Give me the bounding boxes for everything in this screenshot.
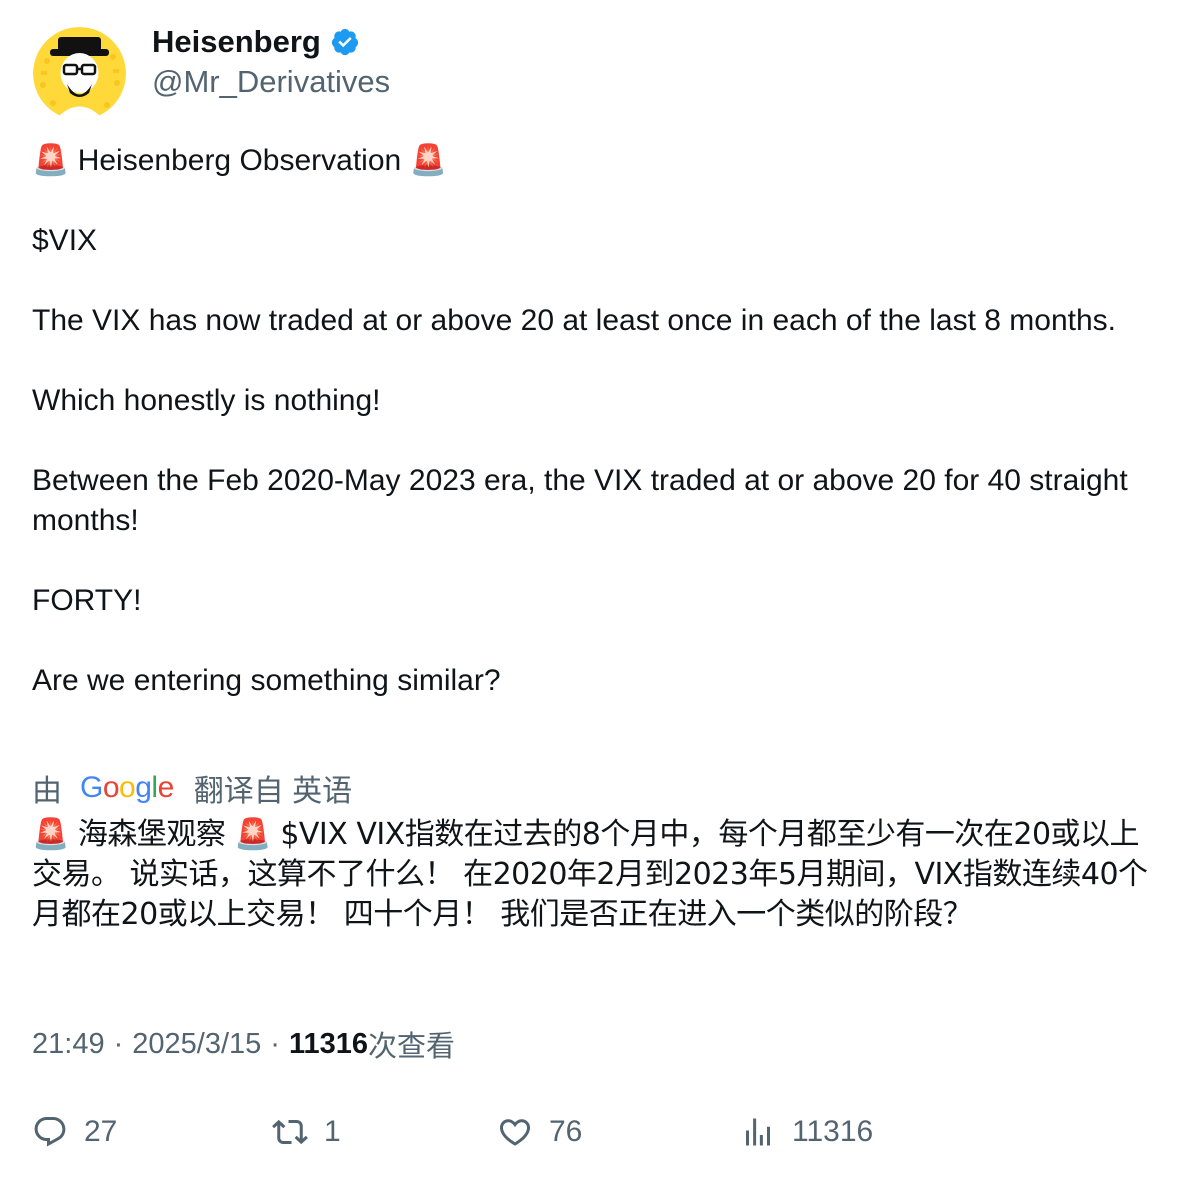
heart-icon [499,1119,531,1146]
tweet-time[interactable]: 21:49 [32,1028,105,1061]
tweet-date[interactable]: 2025/3/15 [132,1028,261,1061]
tweet-paragraph: Are we entering something similar? [32,664,501,697]
reply-count: 27 [84,1115,118,1148]
tweet-action-bar: 27 1 76 11316 [32,1108,1162,1156]
author-name-text: Heisenberg [152,24,321,59]
tweet-paragraph: Between the Feb 2020-May 2023 era, the V… [32,464,1128,537]
author-avatar[interactable] [33,27,126,120]
translated-from-link[interactable]: 翻译自 英语 [194,766,352,810]
author-display-name[interactable]: Heisenberg [152,22,360,62]
views-action-count: 11316 [792,1115,874,1148]
translated-text: 🚨 海森堡观察 🚨 $VIX VIX指数在过去的8个月中，每个月都至少有一次在2… [32,817,1148,932]
views-count: 11316 [288,1027,368,1060]
tweet-paragraph: The VIX has now traded at or above 20 at… [32,304,1116,337]
heisenberg-avatar-icon [33,27,126,120]
google-logo: Google [80,771,174,804]
translation-attribution: 由 Google 翻译自 英语 [32,768,352,808]
meta-separator: · [113,1027,124,1060]
meta-separator: · [270,1027,280,1060]
retweet-count: 1 [324,1115,341,1148]
views-button[interactable]: 11316 [740,1108,873,1156]
author-handle[interactable]: @Mr_Derivatives [152,62,390,102]
tweet-paragraph: $VIX [32,224,98,257]
like-count: 76 [549,1115,583,1148]
tweet-text: 🚨 Heisenberg Observation 🚨 $VIX The VIX … [32,141,1162,701]
tweet-paragraph: FORTY! [32,584,142,617]
retweet-icon [272,1119,308,1145]
views-label: 次查看 [367,1031,455,1063]
reply-icon [34,1117,66,1147]
analytics-bar-icon [746,1118,770,1146]
tweet-meta: 21:49 · 2025/3/15 · 11316 次查看 [32,1024,455,1064]
translation-prefix: 由 [32,775,62,808]
like-button[interactable]: 76 [497,1108,582,1156]
tweet-paragraph: 🚨 Heisenberg Observation 🚨 [32,144,447,177]
reply-button[interactable]: 27 [32,1108,117,1156]
retweet-button[interactable]: 1 [272,1108,341,1156]
tweet-paragraph: Which honestly is nothing! [32,384,381,417]
verified-badge-icon [330,27,360,57]
